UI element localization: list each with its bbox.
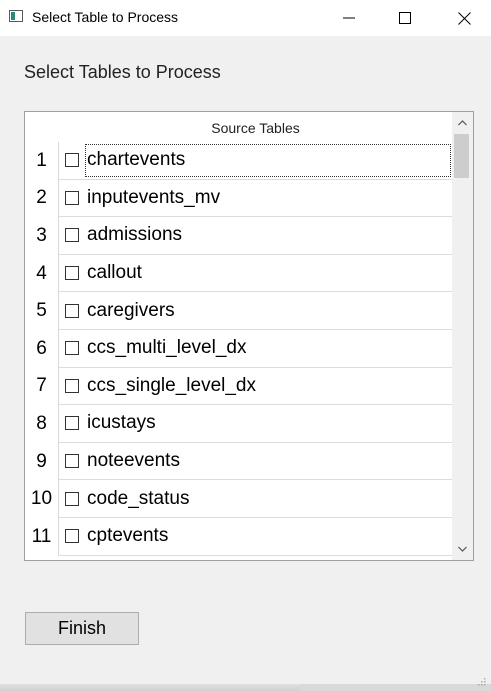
- table-row: 4 callout: [25, 254, 452, 293]
- finish-button[interactable]: Finish: [25, 612, 139, 645]
- table-cell[interactable]: admissions: [59, 217, 452, 255]
- row-number: 6: [25, 329, 59, 368]
- table-row: 8 icustays: [25, 405, 452, 443]
- table-row: 3 admissions: [25, 217, 452, 255]
- window-title: Select Table to Process: [32, 9, 179, 25]
- vertical-scrollbar[interactable]: [452, 112, 473, 560]
- row-checkbox[interactable]: [65, 190, 79, 205]
- scroll-thumb[interactable]: [454, 134, 469, 178]
- row-checkbox[interactable]: [65, 303, 79, 318]
- table-name: chartevents: [87, 149, 186, 171]
- table-name: cptevents: [87, 525, 169, 547]
- table-name: ccs_multi_level_dx: [87, 337, 247, 359]
- table-name: noteevents: [87, 450, 180, 472]
- row-checkbox[interactable]: [65, 416, 79, 431]
- maximize-icon: [399, 12, 411, 24]
- resize-grip-icon[interactable]: [476, 676, 486, 686]
- row-checkbox[interactable]: [65, 266, 79, 281]
- close-button[interactable]: [441, 0, 487, 36]
- row-number: 4: [25, 254, 59, 293]
- chevron-up-icon: [458, 120, 467, 126]
- row-checkbox[interactable]: [65, 529, 79, 544]
- table-cell[interactable]: caregivers: [59, 292, 452, 330]
- table-row: 1 chartevents: [25, 142, 452, 180]
- chevron-down-icon: [458, 546, 467, 552]
- table-row: 6 ccs_multi_level_dx: [25, 329, 452, 368]
- table-row: 5 caregivers: [25, 292, 452, 330]
- column-header-source-tables[interactable]: Source Tables: [59, 112, 452, 144]
- table-cell[interactable]: code_status: [59, 480, 452, 518]
- scroll-down-button[interactable]: [452, 540, 473, 558]
- table-row: 2 inputevents_mv: [25, 179, 452, 218]
- row-checkbox[interactable]: [65, 228, 79, 243]
- row-number: 3: [25, 217, 59, 255]
- table-cell[interactable]: callout: [59, 255, 452, 293]
- table-name: inputevents_mv: [87, 186, 221, 208]
- table-row: 11 cptevents: [25, 517, 452, 556]
- row-checkbox[interactable]: [65, 153, 79, 168]
- table-cell[interactable]: chartevents: [59, 142, 452, 180]
- table-row: 10 code_status: [25, 480, 452, 518]
- table-cell[interactable]: noteevents: [59, 443, 452, 481]
- minimize-icon: [343, 17, 355, 19]
- table-cell[interactable]: inputevents_mv: [59, 180, 452, 218]
- table-name: ccs_single_level_dx: [87, 374, 256, 396]
- table-corner: [25, 112, 60, 144]
- row-checkbox[interactable]: [65, 491, 79, 506]
- scroll-up-button[interactable]: [452, 114, 473, 132]
- close-icon: [457, 11, 471, 25]
- row-number: 8: [25, 405, 59, 443]
- app-window-icon: [9, 10, 23, 22]
- row-number: 2: [25, 179, 59, 218]
- source-tables-table: Source Tables 1 chartevents 2 inputevent…: [24, 111, 474, 561]
- row-number: 9: [25, 442, 59, 481]
- table-row: 7 ccs_single_level_dx: [25, 367, 452, 406]
- row-checkbox[interactable]: [65, 454, 79, 469]
- table-name: callout: [87, 262, 142, 284]
- table-cell[interactable]: icustays: [59, 405, 452, 443]
- table-cell[interactable]: ccs_single_level_dx: [59, 368, 452, 406]
- row-number: 7: [25, 367, 59, 406]
- table-cell[interactable]: ccs_multi_level_dx: [59, 330, 452, 368]
- page-heading: Select Tables to Process: [24, 62, 221, 82]
- table-name: caregivers: [87, 299, 175, 321]
- window-bottom-edge: [0, 684, 300, 691]
- table-name: code_status: [87, 487, 190, 509]
- table-name: icustays: [87, 412, 156, 434]
- row-number: 5: [25, 292, 59, 330]
- minimize-button[interactable]: [326, 0, 372, 36]
- table-cell[interactable]: cptevents: [59, 518, 452, 556]
- row-number: 11: [25, 517, 59, 556]
- row-number: 10: [25, 480, 59, 518]
- row-number: 1: [25, 142, 59, 180]
- maximize-button[interactable]: [382, 0, 428, 36]
- row-checkbox[interactable]: [65, 378, 79, 393]
- row-checkbox[interactable]: [65, 341, 79, 356]
- table-rows: 1 chartevents 2 inputevents_mv 3 admissi…: [25, 142, 452, 556]
- table-row: 9 noteevents: [25, 442, 452, 481]
- title-bar: Select Table to Process: [0, 0, 491, 36]
- window-bottom-edge-right: [300, 684, 491, 691]
- table-name: admissions: [87, 224, 183, 246]
